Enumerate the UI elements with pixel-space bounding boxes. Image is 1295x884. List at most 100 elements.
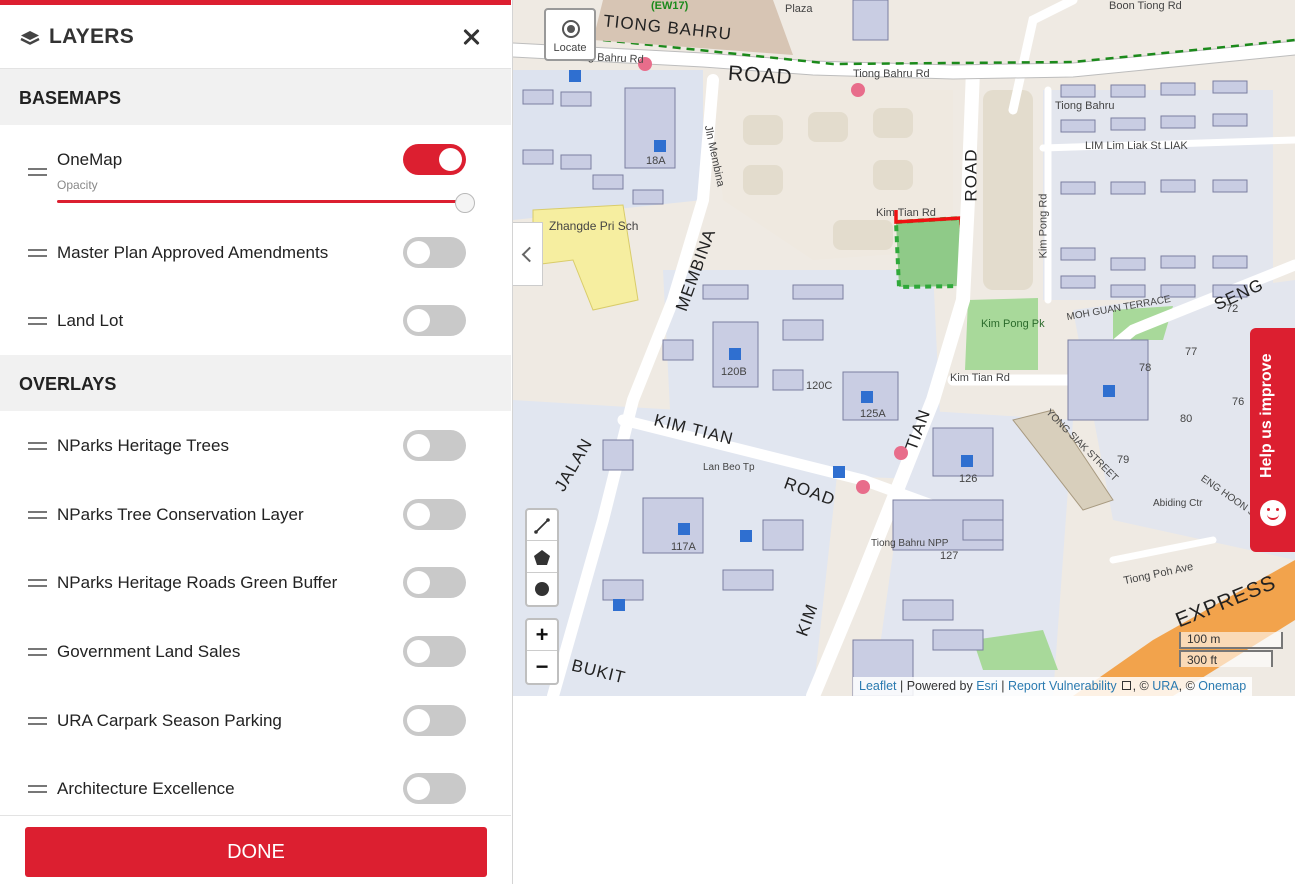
label-block-18a: 18A <box>646 155 666 167</box>
label-block-125a: 125A <box>860 408 886 420</box>
opacity-slider-thumb[interactable] <box>455 193 475 213</box>
draw-polyline-button[interactable] <box>527 510 557 541</box>
drag-handle-icon[interactable] <box>28 441 47 451</box>
toggle-knob <box>407 571 430 594</box>
smiley-icon <box>1260 500 1286 526</box>
label-block-80: 80 <box>1180 413 1193 425</box>
draw-polygon-button[interactable] <box>527 542 557 573</box>
draw-marker-button[interactable] <box>527 574 557 605</box>
label-block-76: 76 <box>1232 396 1245 408</box>
layer-row-ura-carpark: URA Carpark Season Parking <box>0 692 511 748</box>
zoom-out-button[interactable]: − <box>527 652 557 683</box>
basemaps-heading: BASEMAPS <box>0 69 511 125</box>
panel-footer: DONE <box>0 815 511 884</box>
label-block-120b: 120B <box>721 366 747 378</box>
collapse-panel-chevron-left-icon[interactable] <box>513 222 543 286</box>
layer-row-master-plan: Master Plan Approved Amendments <box>0 224 511 280</box>
label-block-127: 127 <box>940 550 959 562</box>
polygon-icon <box>534 550 550 565</box>
layer-label: URA Carpark Season Parking <box>57 711 282 730</box>
toggle-knob <box>407 241 430 264</box>
drag-handle-icon[interactable] <box>28 784 47 794</box>
drag-handle-icon[interactable] <box>28 510 47 520</box>
label-tiong-bahru-small: Tiong Bahru <box>1055 100 1115 112</box>
basemaps-heading-text: BASEMAPS <box>19 88 122 108</box>
stacked-layers-icon <box>20 31 40 45</box>
onemap-link[interactable]: Onemap <box>1198 679 1246 693</box>
drag-handle-icon[interactable] <box>28 716 47 726</box>
drag-handle-icon[interactable] <box>28 647 47 657</box>
external-link-icon <box>1121 681 1131 690</box>
toggle-land-lot[interactable] <box>403 305 466 336</box>
zoom-control: + − <box>525 618 559 685</box>
label-zhangde-pri-sch: Zhangde Pri Sch <box>549 219 639 233</box>
toggle-knob <box>407 709 430 732</box>
help-us-improve-button[interactable]: Help us improve <box>1250 328 1295 552</box>
layer-row-government-land-sales: Government Land Sales <box>0 623 511 679</box>
toggle-knob <box>439 148 462 171</box>
label-road-vertical: ROAD <box>961 148 981 202</box>
opacity-slider-track[interactable] <box>57 200 465 203</box>
overlays-heading: OVERLAYS <box>0 355 511 411</box>
toggle-knob <box>407 309 430 332</box>
report-vulnerability-link[interactable]: Report Vulnerability <box>1008 679 1117 693</box>
layer-row-tree-conservation: NParks Tree Conservation Layer <box>0 486 511 542</box>
label-road: ROAD <box>727 61 794 90</box>
map-tiles[interactable] <box>513 0 1295 696</box>
ura-link[interactable]: URA <box>1152 679 1178 693</box>
label-kim-tian-rd: Kim Tian Rd <box>876 207 936 219</box>
zoom-in-button[interactable]: + <box>527 620 557 651</box>
label-boon-tiong-rd: Boon Tiong Rd <box>1109 0 1182 12</box>
label-block-117a: 117A <box>671 541 696 553</box>
layer-label: Land Lot <box>57 311 124 330</box>
label-block-77: 77 <box>1185 346 1198 358</box>
map-scale: 100 m 300 ft <box>1179 632 1283 670</box>
help-us-improve-label: Help us improve <box>1258 353 1275 478</box>
draw-toolbar <box>525 508 559 607</box>
close-icon[interactable] <box>460 26 482 48</box>
esri-link[interactable]: Esri <box>976 679 998 693</box>
label-plaza: Plaza <box>785 3 813 15</box>
panel-title: LAYERS <box>49 25 135 48</box>
layer-row-land-lot: Land Lot <box>0 292 511 348</box>
label-abiding-ctr: Abiding Ctr <box>1153 498 1203 509</box>
map-attribution: Leaflet | Powered by Esri | Report Vulne… <box>853 677 1253 696</box>
label-block-120c: 120C <box>806 380 833 392</box>
label-block-126: 126 <box>959 473 978 485</box>
circle-marker-icon <box>535 582 549 596</box>
locate-button[interactable]: Locate <box>544 8 596 61</box>
locate-target-icon <box>562 20 580 38</box>
label-tiong-bahru-npp: Tiong Bahru NPP <box>871 538 949 549</box>
label-block-79: 79 <box>1117 454 1130 466</box>
label-block-72: 72 <box>1226 303 1239 315</box>
toggle-government-land-sales[interactable] <box>403 636 466 667</box>
attribution-sep: | <box>997 679 1008 693</box>
label-kim-pong-pk: Kim Pong Pk <box>981 318 1045 330</box>
locate-label: Locate <box>553 42 587 54</box>
label-lim-liak-st: LIM Lim Liak St LIAK <box>1085 140 1188 152</box>
toggle-heritage-trees[interactable] <box>403 430 466 461</box>
label-lan-beo-tp: Lan Beo Tp <box>703 462 755 473</box>
scale-metric: 100 m <box>1179 632 1283 649</box>
map-view[interactable]: TIONG BAHRU ROAD Tiong Bahru Rd Tiong Ba… <box>513 0 1295 696</box>
toggle-tree-conservation[interactable] <box>403 499 466 530</box>
toggle-heritage-roads[interactable] <box>403 567 466 598</box>
toggle-master-plan[interactable] <box>403 237 466 268</box>
scale-imperial: 300 ft <box>1179 650 1273 667</box>
drag-handle-icon[interactable] <box>28 167 47 177</box>
layer-label: Master Plan Approved Amendments <box>57 243 329 262</box>
toggle-onemap[interactable] <box>403 144 466 175</box>
label-kim-pong-rd: Kim Pong Rd <box>1037 193 1050 259</box>
attribution-sep: | Powered by <box>896 679 977 693</box>
drag-handle-icon[interactable] <box>28 316 47 326</box>
polyline-icon <box>534 518 550 534</box>
toggle-architecture-excellence[interactable] <box>403 773 466 804</box>
leaflet-link[interactable]: Leaflet <box>859 679 897 693</box>
drag-handle-icon[interactable] <box>28 248 47 258</box>
layer-label: Government Land Sales <box>57 642 241 661</box>
done-button[interactable]: DONE <box>25 827 487 877</box>
drag-handle-icon[interactable] <box>28 578 47 588</box>
layer-label: NParks Tree Conservation Layer <box>57 505 304 524</box>
toggle-ura-carpark[interactable] <box>403 705 466 736</box>
layer-label: Architecture Excellence <box>57 779 235 798</box>
